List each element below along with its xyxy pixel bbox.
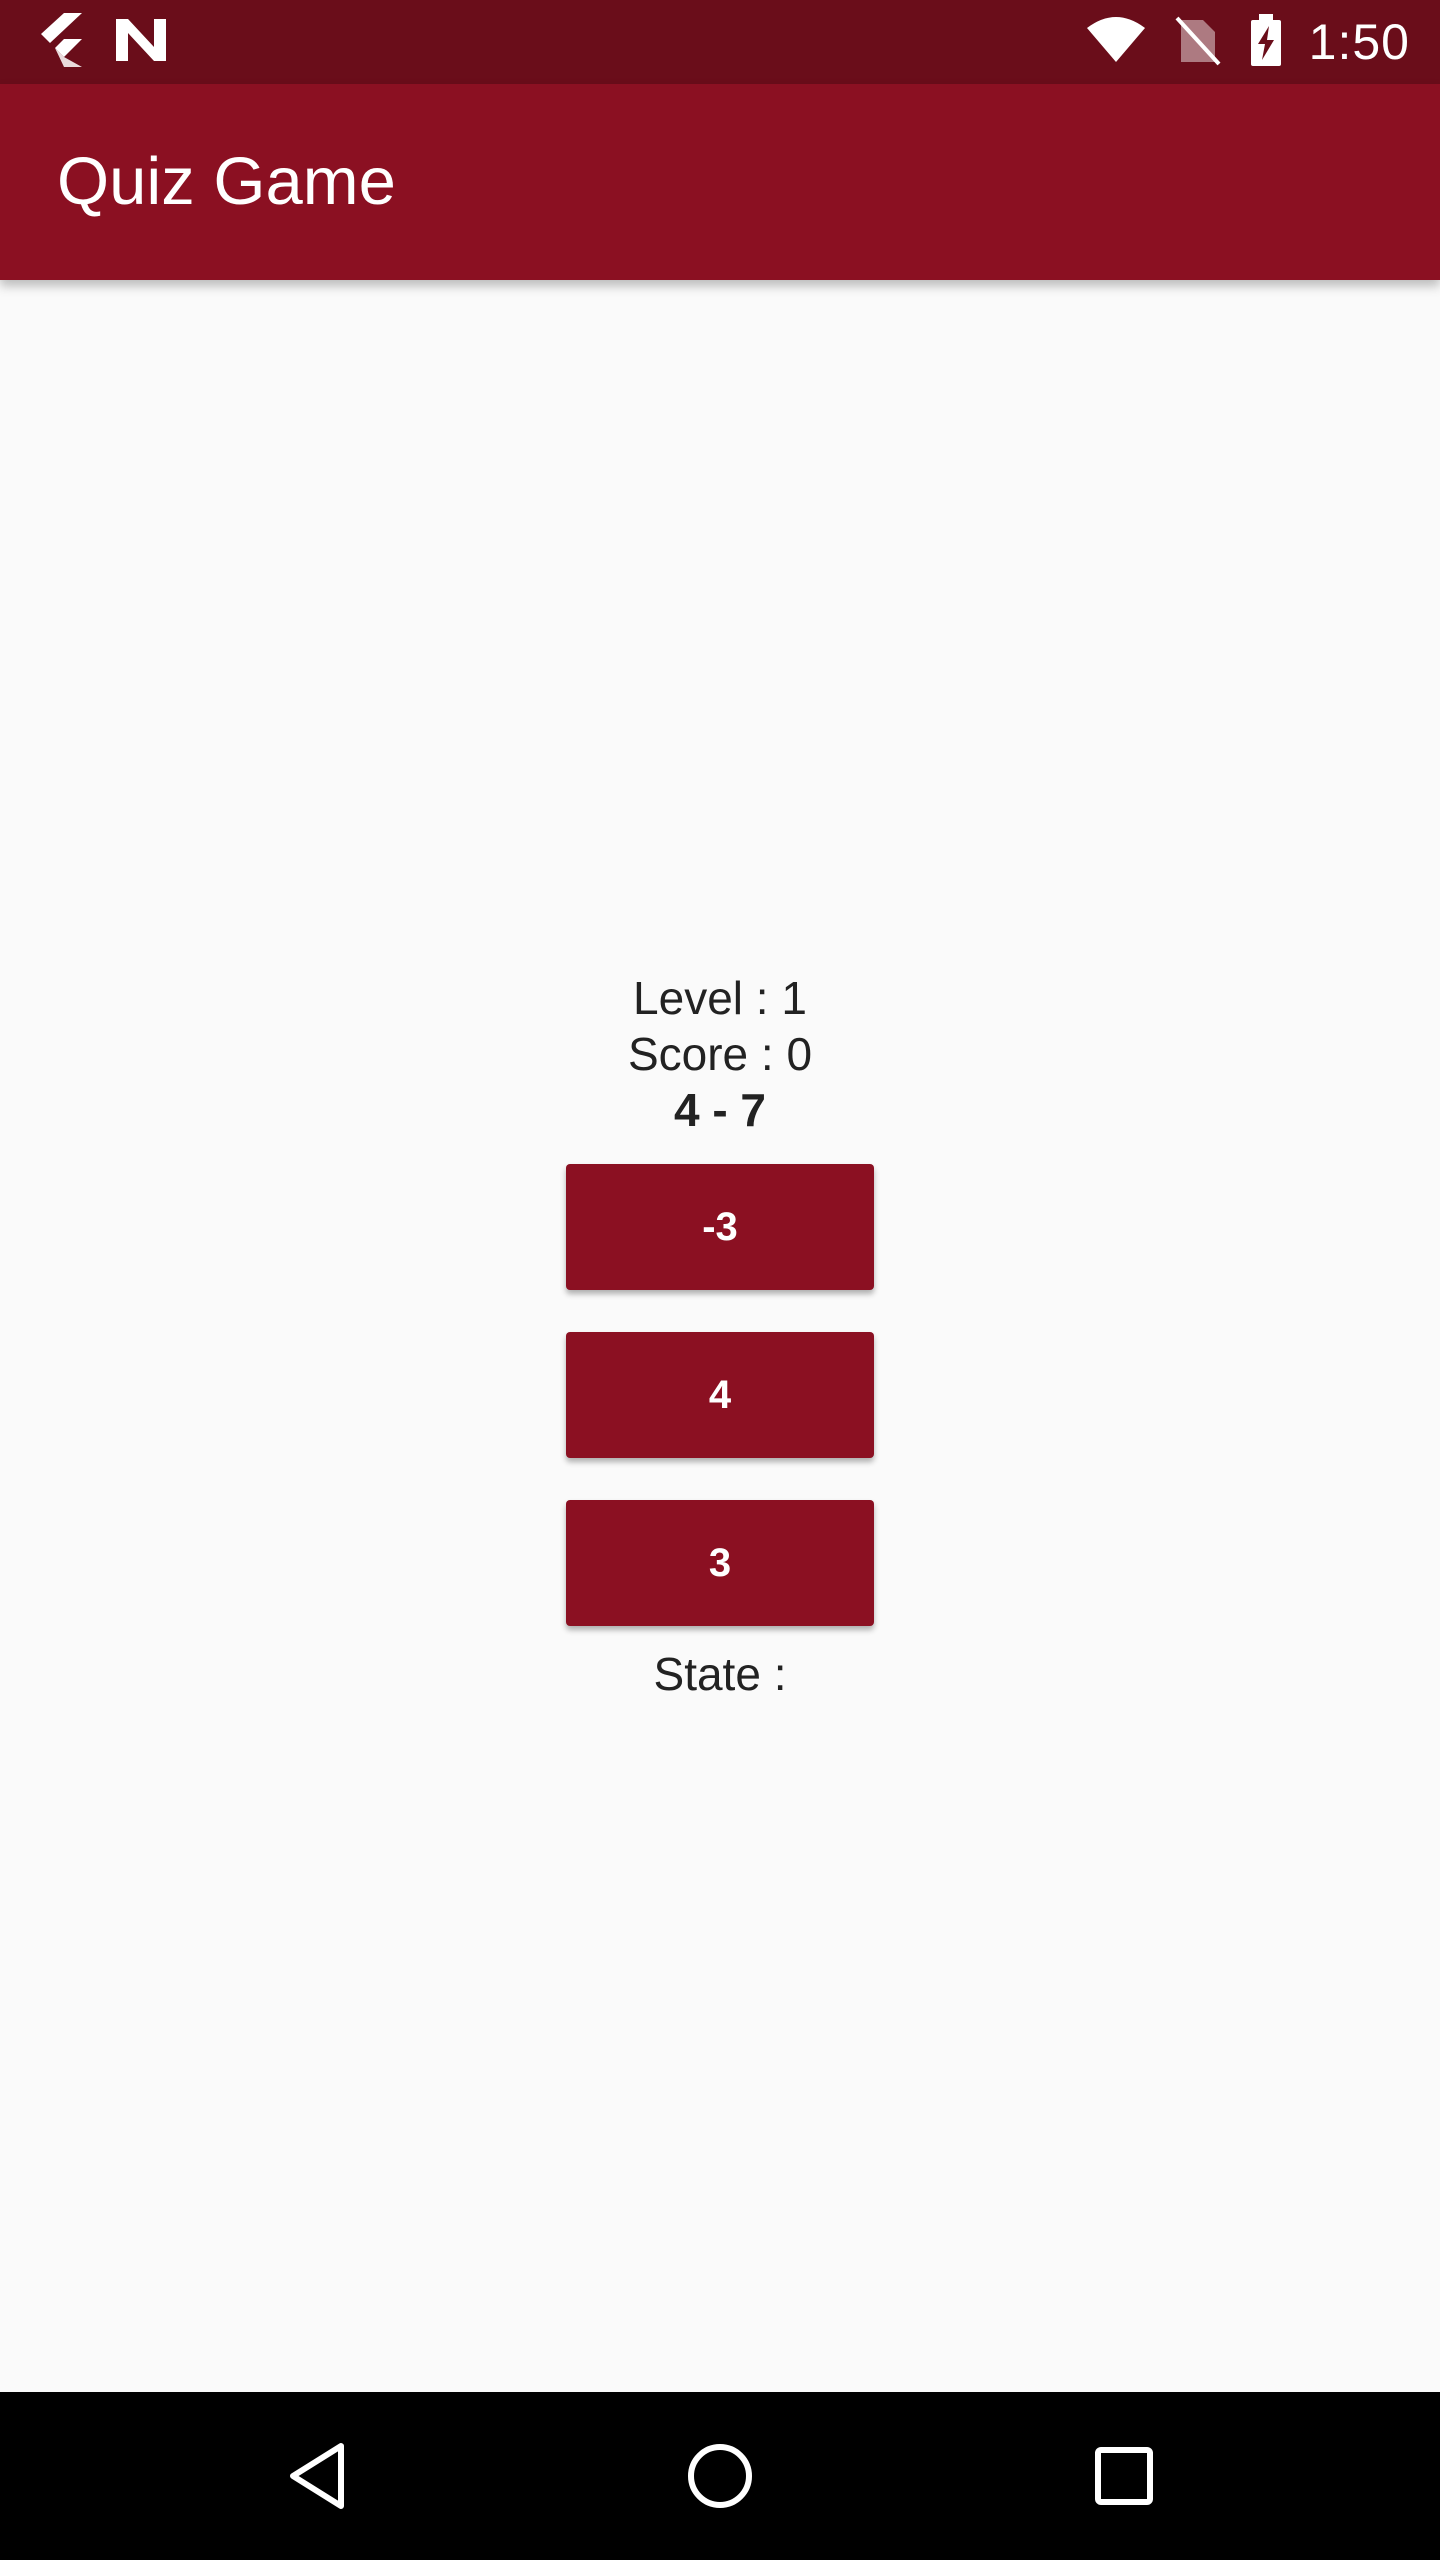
- quiz-panel: Level : 1 Score : 0 4 - 7 -3 4 3 State :: [0, 970, 1440, 1702]
- answer-button-1[interactable]: -3: [566, 1164, 874, 1290]
- navigation-bar: [0, 2392, 1440, 2560]
- battery-charging-icon: [1249, 13, 1283, 71]
- flutter-icon: [38, 12, 84, 72]
- quiz-content: Level : 1 Score : 0 4 - 7 -3 4 3 State :: [0, 280, 1440, 2392]
- level-label: Level : 1: [633, 972, 807, 1024]
- status-bar: 1:50: [0, 0, 1440, 84]
- status-right-icons: 1:50: [1085, 12, 1410, 72]
- recents-icon[interactable]: [1074, 2426, 1174, 2526]
- back-icon[interactable]: [267, 2426, 367, 2526]
- app-title: Quiz Game: [57, 144, 396, 219]
- app-bar: Quiz Game: [0, 84, 1440, 280]
- status-left-icons: [38, 12, 168, 72]
- answer-button-3[interactable]: 3: [566, 1500, 874, 1626]
- status-time: 1:50: [1308, 14, 1410, 70]
- no-sim-icon: [1173, 14, 1223, 71]
- score-label: Score : 0: [627, 1028, 813, 1080]
- home-icon[interactable]: [670, 2426, 770, 2526]
- answer-button-2[interactable]: 4: [566, 1332, 874, 1458]
- wifi-icon: [1085, 16, 1147, 69]
- state-label: State :: [653, 1648, 787, 1700]
- n-icon: [114, 17, 168, 68]
- question-text: 4 - 7: [673, 1084, 767, 1136]
